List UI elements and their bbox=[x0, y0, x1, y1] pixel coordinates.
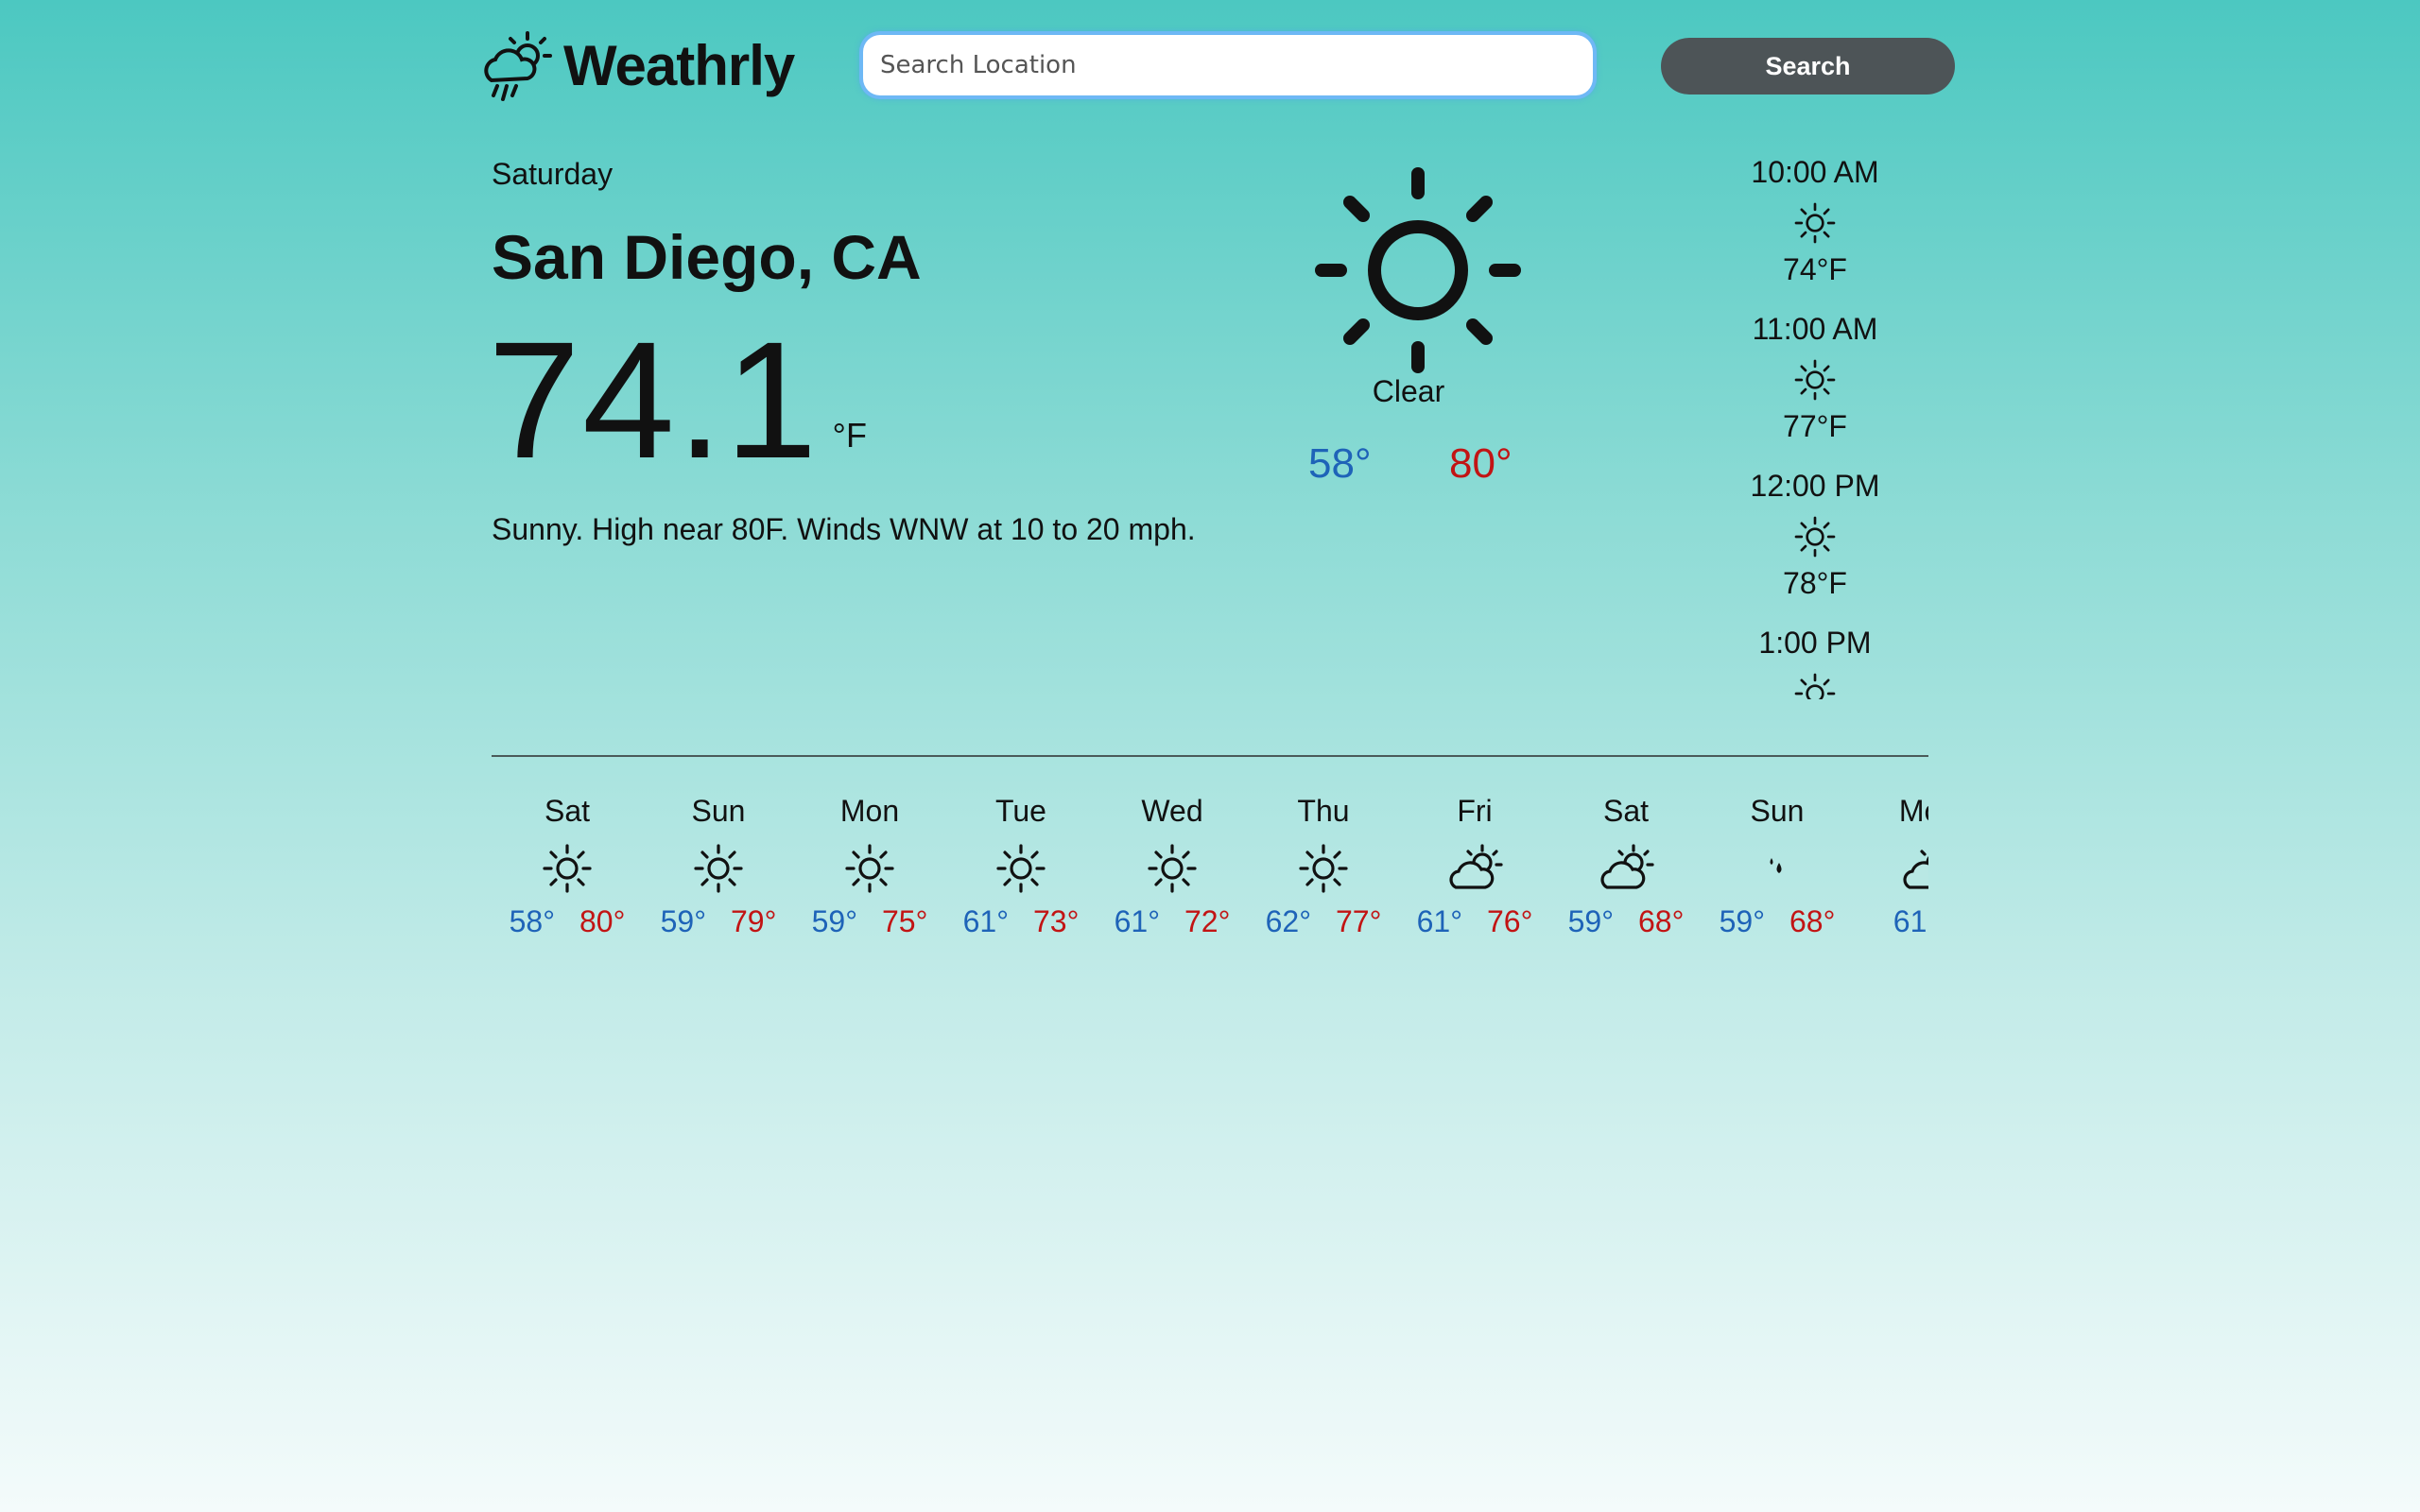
low-temp: 59° bbox=[811, 904, 857, 938]
day-temps: 59° 79° bbox=[661, 904, 777, 939]
location-title: San Diego, CA bbox=[492, 222, 922, 292]
low-temp: 62° bbox=[1265, 904, 1311, 938]
forecast-day: Wed 61° 72° bbox=[1097, 794, 1248, 964]
high-temp: 76° bbox=[1487, 904, 1533, 938]
hour-time: 11:00 AM bbox=[1752, 312, 1878, 346]
high-temp: 79° bbox=[731, 904, 777, 938]
sun-icon bbox=[845, 844, 894, 893]
low-temp: 59° bbox=[1719, 904, 1765, 938]
day-temps: 59° 68° bbox=[1568, 904, 1685, 939]
day-temps: 61° 76° bbox=[1417, 904, 1533, 939]
sun-icon bbox=[1148, 844, 1197, 893]
day-label: Sun bbox=[1750, 794, 1805, 828]
hour-temp: 74°F bbox=[1783, 252, 1847, 286]
divider bbox=[492, 755, 1928, 757]
low-temp: 58° bbox=[509, 904, 555, 938]
hour-time: 12:00 PM bbox=[1750, 469, 1880, 503]
app-logo: Weathrly bbox=[478, 23, 795, 108]
high-temp: 73° bbox=[1033, 904, 1080, 938]
low-temp: 59° bbox=[660, 904, 706, 938]
temperature-value: 74.1 bbox=[488, 308, 820, 493]
high-temp: 72° bbox=[1184, 904, 1231, 938]
day-label: Sat bbox=[1602, 794, 1650, 828]
drizzle-icon bbox=[1770, 858, 1782, 873]
sun-icon bbox=[1794, 516, 1836, 558]
high-temp: 68° bbox=[1789, 904, 1836, 938]
app-name: Weathrly bbox=[563, 33, 795, 97]
forecast-day: Fri 61° 76° bbox=[1399, 794, 1550, 964]
sun-icon bbox=[1794, 359, 1836, 401]
day-label: Fri bbox=[1457, 794, 1493, 828]
hourly-forecast[interactable]: 10:00 AM 74°F 11:00 AM 77°F 12:00 PM 78°F 1:00… bbox=[1720, 151, 1910, 699]
day-label: Mon bbox=[1898, 794, 1928, 828]
day-label: Thu bbox=[1297, 794, 1350, 828]
hourly-item: 1:00 PM bbox=[1720, 622, 1910, 699]
temperature-unit: °F bbox=[832, 416, 867, 455]
high-temp: 80° bbox=[579, 904, 626, 938]
day-temps: 61° 73° bbox=[963, 904, 1080, 939]
low-temp: 61° bbox=[1114, 904, 1160, 938]
partly-cloudy-icon bbox=[1903, 850, 1928, 889]
low-temp: 61° bbox=[1893, 904, 1928, 938]
sun-icon bbox=[543, 844, 592, 893]
today-high: 80° bbox=[1449, 440, 1512, 487]
low-temp: 59° bbox=[1567, 904, 1614, 938]
hourly-item: 10:00 AM 74°F bbox=[1720, 151, 1910, 308]
forecast-day: Thu 62° 77° bbox=[1248, 794, 1399, 964]
forecast-day: Sun 59° 79° bbox=[643, 794, 794, 964]
current-day: Saturday bbox=[492, 157, 614, 191]
day-label: Sat bbox=[544, 794, 591, 828]
partly-cloudy-icon bbox=[1600, 844, 1654, 889]
sun-icon bbox=[1794, 202, 1836, 244]
search-field[interactable] bbox=[863, 35, 1593, 95]
daily-forecast[interactable]: Sat 58° 80° Sun 59° 79° Mon 59° 75° Tue 61° 73° Wed 6… bbox=[492, 794, 1928, 964]
low-temp: 61° bbox=[962, 904, 1009, 938]
day-label: Tue bbox=[995, 794, 1046, 828]
forecast-summary: Sunny. High near 80F. Winds WNW at 10 to… bbox=[492, 512, 1196, 546]
sun-icon bbox=[694, 844, 743, 893]
today-low: 58° bbox=[1308, 440, 1372, 487]
search-input[interactable] bbox=[863, 35, 1593, 95]
high-temp: 75° bbox=[882, 904, 928, 938]
high-temp: 77° bbox=[1336, 904, 1382, 938]
day-label: Wed bbox=[1141, 794, 1203, 828]
day-temps: 62° 77° bbox=[1266, 904, 1382, 939]
hour-time: 10:00 AM bbox=[1751, 155, 1879, 189]
forecast-day: Mon 61° bbox=[1853, 794, 1928, 964]
forecast-day: Sun 59° 68° bbox=[1702, 794, 1853, 964]
forecast-day: Tue 61° 73° bbox=[945, 794, 1097, 964]
hourly-item: 11:00 AM 77°F bbox=[1720, 308, 1910, 465]
high-temp: 68° bbox=[1638, 904, 1685, 938]
hour-temp: 77°F bbox=[1783, 409, 1847, 443]
forecast-day: Sat 58° 80° bbox=[492, 794, 643, 964]
day-temps: 61° bbox=[1893, 904, 1928, 939]
partly-cloudy-icon bbox=[1449, 844, 1503, 889]
hourly-item: 12:00 PM 78°F bbox=[1720, 465, 1910, 622]
search-button[interactable]: Search bbox=[1661, 38, 1955, 94]
hour-time: 1:00 PM bbox=[1758, 626, 1872, 660]
forecast-day: Sat 59° 68° bbox=[1550, 794, 1702, 964]
condition-label: Clear bbox=[1372, 374, 1445, 408]
day-temps: 61° 72° bbox=[1115, 904, 1231, 939]
forecast-day: Mon 59° 75° bbox=[794, 794, 945, 964]
day-label: Mon bbox=[839, 794, 900, 828]
day-temps: 59° 75° bbox=[812, 904, 928, 939]
day-label: Sun bbox=[691, 794, 746, 828]
low-temp: 61° bbox=[1416, 904, 1462, 938]
sun-icon bbox=[1315, 167, 1521, 373]
day-temps: 59° 68° bbox=[1720, 904, 1836, 939]
hour-temp: 78°F bbox=[1783, 566, 1847, 600]
current-temperature: 74.1 °F bbox=[488, 318, 867, 484]
day-temps: 58° 80° bbox=[510, 904, 626, 939]
sun-icon bbox=[996, 844, 1046, 893]
cloud-sun-rain-icon bbox=[484, 31, 552, 101]
sun-icon bbox=[1794, 673, 1836, 699]
sun-icon bbox=[1299, 844, 1348, 893]
